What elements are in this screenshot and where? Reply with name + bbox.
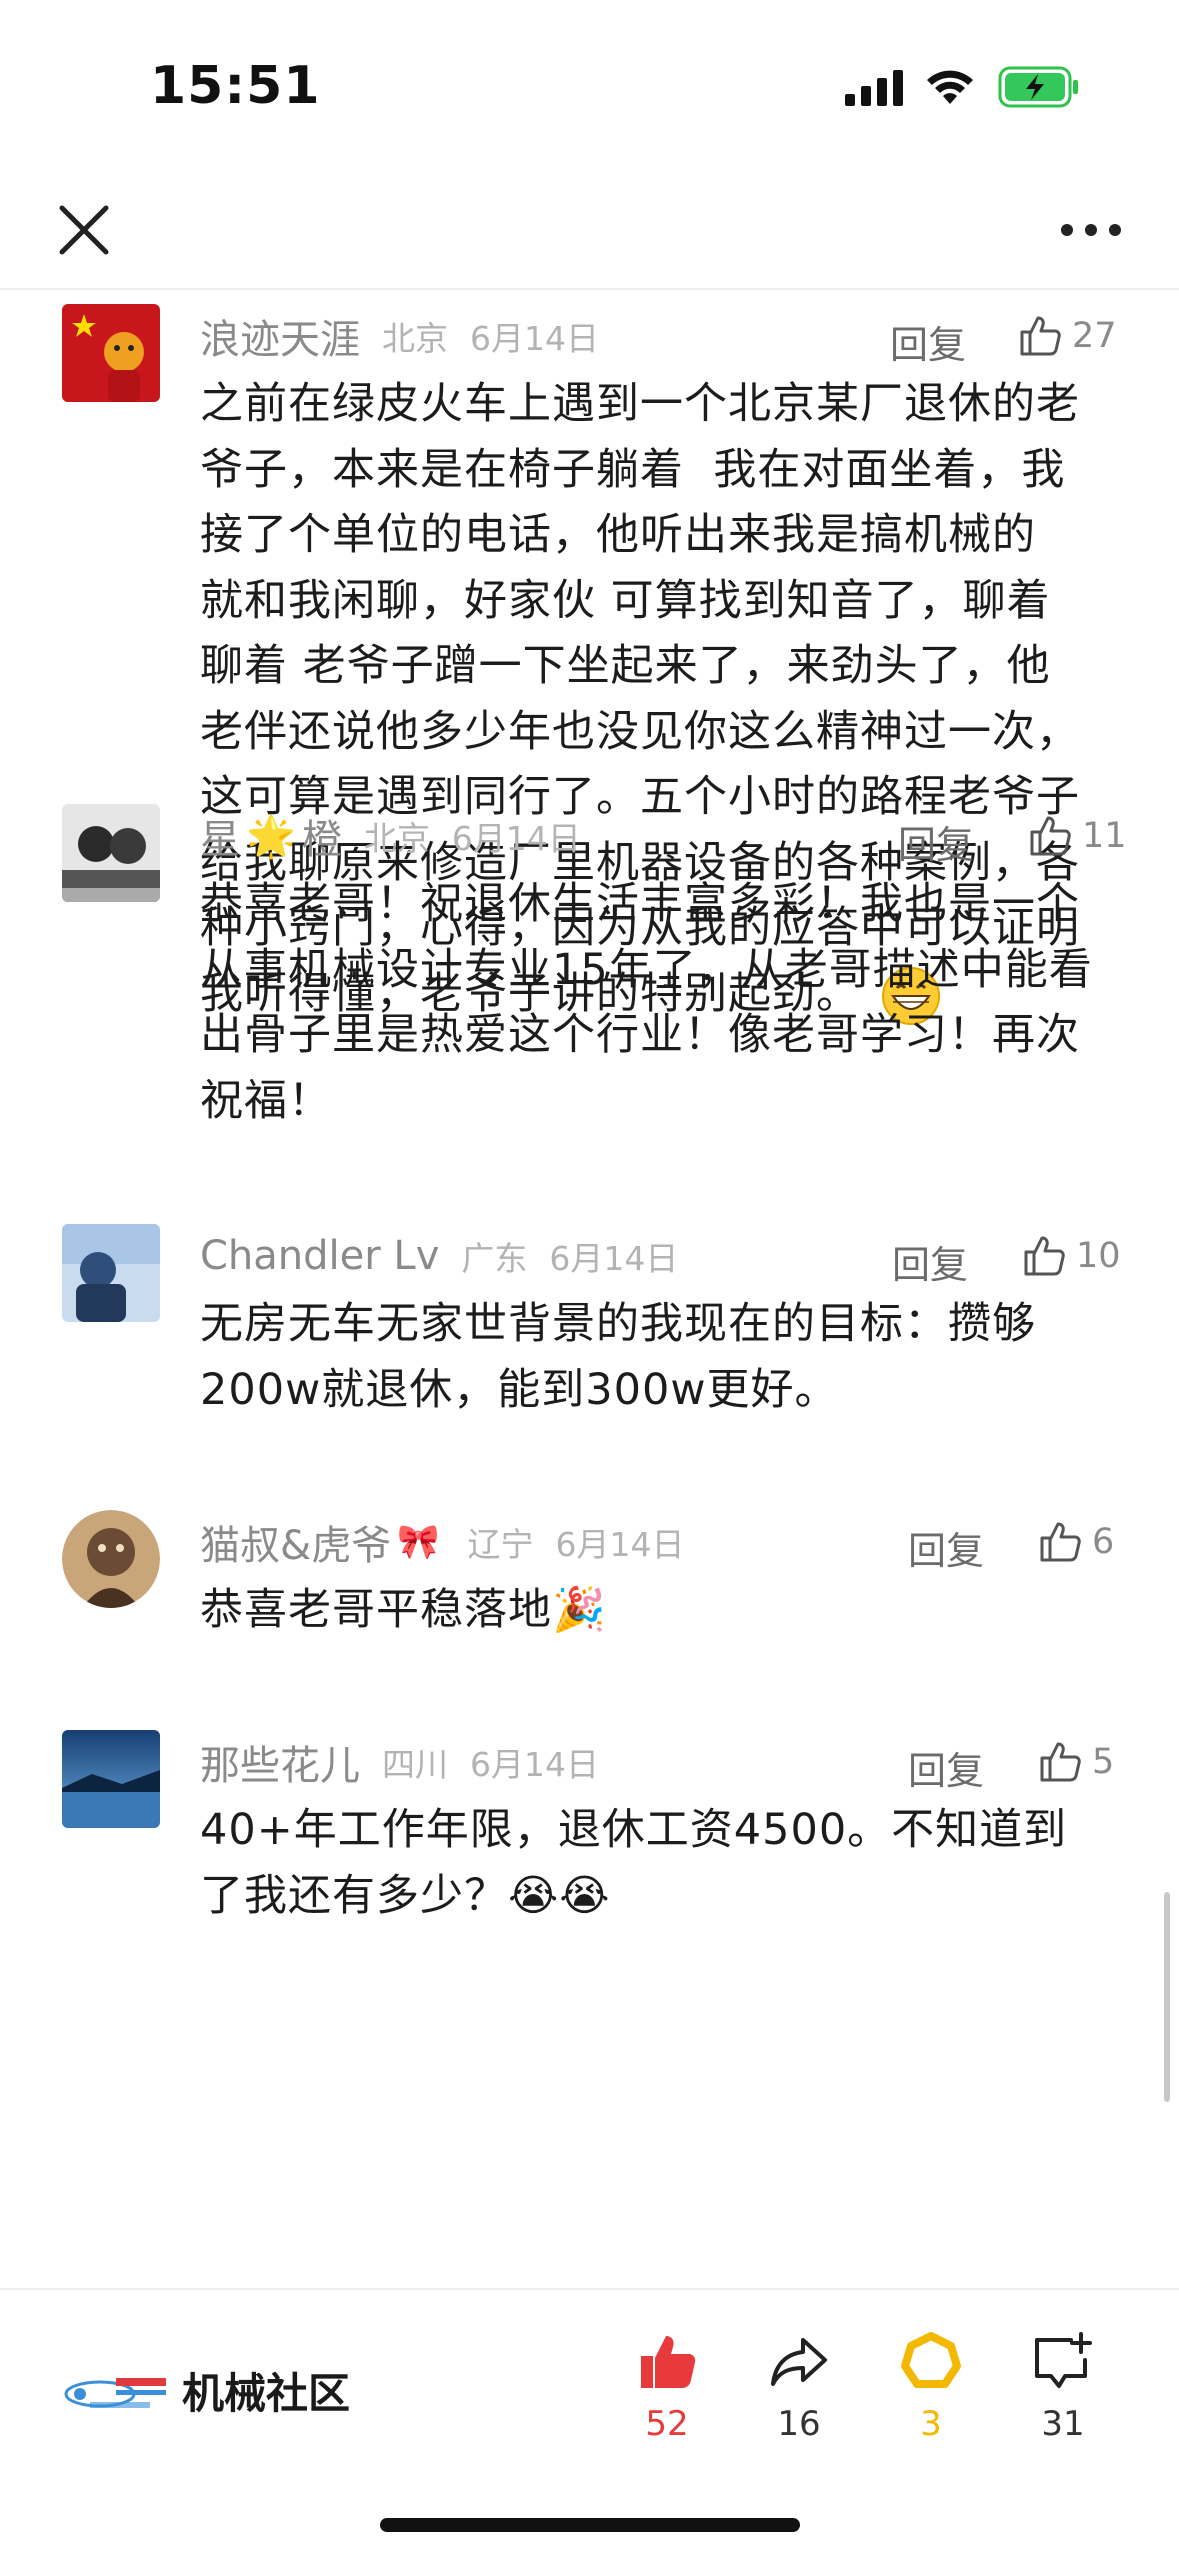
comment-item: 星 🌟 橙 北京 6月14日 回复 11 恭喜老哥！祝退休生活丰富多彩！我也是一… xyxy=(0,792,1179,1212)
scrollbar[interactable] xyxy=(1164,1892,1170,2102)
thumbs-up-icon xyxy=(1040,1522,1081,1562)
comment-date: 6月14日 xyxy=(470,319,599,358)
username[interactable]: 浪迹天涯 xyxy=(200,307,360,365)
comment-date: 6月14日 xyxy=(451,819,581,858)
reply-button[interactable]: 回复 xyxy=(908,1740,984,1795)
comment-button[interactable]: 31 xyxy=(1008,2330,1118,2444)
comment-line: 爷子，本来是在椅子躺着 我在对面坐着，我 xyxy=(200,444,1066,495)
user-avatar[interactable] xyxy=(62,1510,160,1608)
comment-line: 200w就退休，能到300w更好。 xyxy=(200,1364,839,1415)
thumbs-up-icon xyxy=(1040,1742,1081,1782)
comment-item: 那些花儿 四川 6月14日 回复 5 40+年工作年限，退休工资4500。不知道… xyxy=(0,1718,1179,1978)
location: 北京 xyxy=(363,819,430,858)
reply-button[interactable]: 回复 xyxy=(908,1520,984,1575)
battery-charging-icon xyxy=(998,66,1078,108)
username-bow-emoji: 🎀 xyxy=(397,1522,440,1562)
comment-line: 无房无车无家世背景的我现在的目标：攒够 xyxy=(200,1299,1036,1349)
share-arrow-icon xyxy=(771,2338,827,2386)
community-name[interactable]: 机械社区 xyxy=(182,2360,350,2421)
comment-line: 了我还有多少？😭😭 xyxy=(200,1870,611,1921)
comment-line: 聊着 老爷子蹭一下坐起来了，来劲头了，他 xyxy=(200,641,1051,691)
comment-line: 就和我闲聊，好家伙 可算找到知音了，聊着 xyxy=(200,575,1051,626)
reply-button[interactable]: 回复 xyxy=(890,314,966,369)
status-time: 15:51 xyxy=(150,56,321,116)
user-avatar[interactable] xyxy=(62,804,160,902)
comment-line: 从事机械设计专业15年了，从老哥描述中能看 xyxy=(200,944,1093,995)
like-button[interactable]: 11 xyxy=(1026,806,1127,866)
thumbs-up-icon xyxy=(1024,1236,1065,1276)
collect-count: 3 xyxy=(920,2404,942,2444)
comment-list: 浪迹天涯 北京 6月14日 回复 27 之前在绿皮火车上遇到一个北京某厂退休的老… xyxy=(0,292,1179,2287)
like-button[interactable]: 10 xyxy=(1020,1226,1121,1286)
location: 辽宁 xyxy=(467,1525,534,1564)
location: 广东 xyxy=(461,1239,528,1278)
comment-add-icon xyxy=(1035,2332,1092,2388)
like-count: 11 xyxy=(1082,816,1127,856)
reply-button[interactable]: 回复 xyxy=(892,1234,968,1289)
cellular-signal-icon xyxy=(845,70,903,106)
username-star-emoji: 🌟 xyxy=(246,813,296,860)
share-count: 16 xyxy=(777,2404,821,2444)
username-prefix[interactable]: 星 xyxy=(200,807,240,865)
location: 北京 xyxy=(382,319,448,358)
username-suffix[interactable]: 橙 xyxy=(302,807,342,865)
like-post-button[interactable]: 52 xyxy=(612,2330,722,2444)
username[interactable]: 猫叔&虎爷 xyxy=(200,1513,391,1571)
comment-meta: 猫叔&虎爷 🎀 辽宁 6月14日 xyxy=(200,1512,685,1572)
comment-line: 40+年工作年限，退休工资4500。不知道到 xyxy=(200,1805,1068,1855)
comment-count: 31 xyxy=(1041,2404,1085,2444)
wifi-icon xyxy=(927,70,973,104)
comment-line: 祝福！ xyxy=(200,1075,332,1126)
bottom-bar: 机械社区 52 16 3 31 xyxy=(0,2288,1179,2556)
comment-line: 恭喜老哥！祝退休生活丰富多彩！我也是一个 xyxy=(200,879,1080,929)
collect-star-icon xyxy=(901,2332,961,2388)
comment-body: 40+年工作年限，退休工资4500。不知道到 了我还有多少？😭😭 xyxy=(200,1798,1120,1929)
comment-date: 6月14日 xyxy=(555,1525,685,1564)
like-button[interactable]: 5 xyxy=(1036,1732,1114,1792)
comment-body: 恭喜老哥平稳落地🎉 xyxy=(200,1578,1120,1644)
comment-meta: 那些花儿 四川 6月14日 xyxy=(200,1732,599,1792)
comment-date: 6月14日 xyxy=(549,1239,679,1278)
comment-line: 恭喜老哥平稳落地🎉 xyxy=(200,1585,607,1635)
close-icon[interactable] xyxy=(52,198,116,262)
community-logo-icon[interactable] xyxy=(60,2370,170,2414)
reply-button[interactable]: 回复 xyxy=(898,814,974,869)
comment-line: 之前在绿皮火车上遇到一个北京某厂退休的老 xyxy=(200,379,1080,429)
share-button[interactable]: 16 xyxy=(744,2330,854,2444)
comment-date: 6月14日 xyxy=(470,1745,599,1784)
like-count: 10 xyxy=(1076,1236,1121,1276)
comment-item: 猫叔&虎爷 🎀 辽宁 6月14日 回复 6 恭喜老哥平稳落地🎉 xyxy=(0,1498,1179,1698)
comment-meta: 浪迹天涯 北京 6月14日 xyxy=(200,306,599,366)
username[interactable]: 那些花儿 xyxy=(200,1733,360,1791)
username[interactable]: Chandler Lv xyxy=(200,1233,439,1279)
comment-meta: Chandler Lv 广东 6月14日 xyxy=(200,1226,678,1286)
nav-bar xyxy=(0,170,1179,290)
like-button[interactable]: 27 xyxy=(1016,306,1117,366)
comment-line: 老伴还说他多少年也没见你这么精神过一次， xyxy=(200,706,1080,757)
collect-button[interactable]: 3 xyxy=(876,2330,986,2444)
user-avatar[interactable] xyxy=(62,1224,160,1322)
comment-meta: 星 🌟 橙 北京 6月14日 xyxy=(200,806,581,866)
comment-body: 无房无车无家世背景的我现在的目标：攒够 200w就退休，能到300w更好。 xyxy=(200,1292,1120,1423)
like-count: 6 xyxy=(1092,1522,1115,1562)
user-avatar[interactable] xyxy=(62,1730,160,1828)
like-button[interactable]: 6 xyxy=(1036,1512,1114,1572)
like-count: 27 xyxy=(1072,316,1117,356)
like-post-count: 52 xyxy=(645,2404,689,2444)
home-indicator[interactable] xyxy=(380,2518,800,2532)
thumbs-up-filled-icon xyxy=(641,2336,696,2388)
like-count: 5 xyxy=(1092,1742,1115,1782)
thumbs-up-icon xyxy=(1030,816,1071,856)
comment-line: 接了个单位的电话，他听出来我是搞机械的 xyxy=(200,510,1036,560)
comment-line: 出骨子里是热爱这个行业！像老哥学习！再次 xyxy=(200,1010,1080,1060)
comment-body: 恭喜老哥！祝退休生活丰富多彩！我也是一个 从事机械设计专业15年了，从老哥描述中… xyxy=(200,872,1120,1134)
more-icon[interactable] xyxy=(1059,210,1123,250)
status-bar: 15:51 xyxy=(0,0,1179,170)
location: 四川 xyxy=(382,1745,448,1784)
comment-item: Chandler Lv 广东 6月14日 回复 10 无房无车无家世背景的我现在… xyxy=(0,1212,1179,1492)
thumbs-up-icon xyxy=(1020,316,1061,356)
user-avatar[interactable] xyxy=(62,304,160,402)
